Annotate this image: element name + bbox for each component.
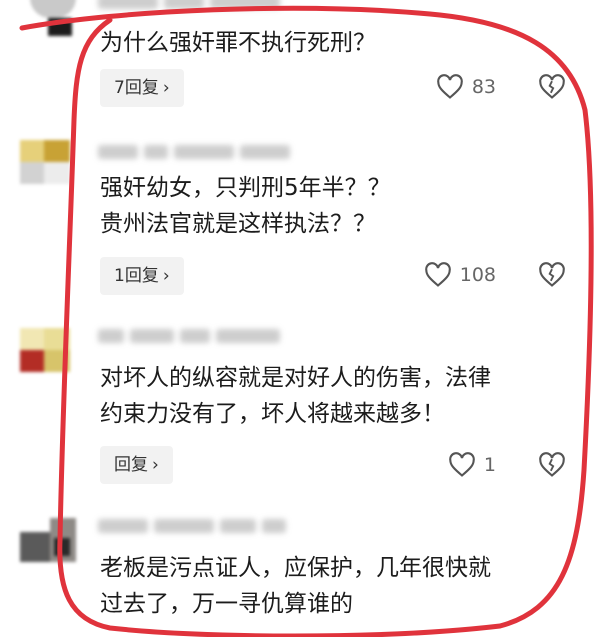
like-count: 108 xyxy=(459,264,496,286)
like-count: 83 xyxy=(471,76,496,98)
reply-button[interactable]: 7回复 › xyxy=(100,69,184,107)
reply-button[interactable]: 1回复 › xyxy=(100,257,184,295)
annotation-oval xyxy=(19,5,594,637)
avatar[interactable] xyxy=(20,140,70,184)
broken-heart-icon[interactable] xyxy=(538,73,566,101)
reply-label: 1回复 xyxy=(114,266,159,286)
username[interactable] xyxy=(98,518,318,540)
avatar[interactable] xyxy=(20,328,70,372)
heart-outline-icon xyxy=(424,262,451,287)
broken-heart-icon[interactable] xyxy=(538,261,566,289)
comment-text: 老板是污点证人，应保护，几年很快就 过去了，万一寻仇算谁的 xyxy=(100,555,491,617)
comment-text: 对坏人的纵容就是对好人的伤害，法律 约束力没有了，坏人将越来越多！ xyxy=(100,365,491,427)
chevron-right-icon: › xyxy=(152,455,159,475)
reply-label: 回复 xyxy=(114,455,148,475)
comment-text: 强奸幼女，只判刑5年半？？ 贵州法官就是这样执法？？ xyxy=(100,175,391,237)
username[interactable] xyxy=(98,328,318,350)
chevron-right-icon: › xyxy=(162,78,170,98)
avatar[interactable] xyxy=(20,518,76,562)
reply-label: 7回复 xyxy=(114,78,159,98)
like-button[interactable]: 108 xyxy=(424,260,496,290)
reply-button[interactable]: 回复 › xyxy=(100,446,173,484)
heart-outline-icon xyxy=(437,74,463,99)
like-button[interactable]: 1 xyxy=(448,450,496,480)
heart-outline-icon xyxy=(449,452,475,477)
like-button[interactable]: 83 xyxy=(436,72,496,102)
like-count: 1 xyxy=(483,454,496,476)
avatar[interactable] xyxy=(30,0,76,36)
comment-text: 为什么强奸罪不执行死刑？ xyxy=(100,30,376,56)
username[interactable] xyxy=(98,0,318,16)
chevron-right-icon: › xyxy=(162,266,170,286)
broken-heart-icon[interactable] xyxy=(538,451,566,479)
username[interactable] xyxy=(98,144,318,166)
